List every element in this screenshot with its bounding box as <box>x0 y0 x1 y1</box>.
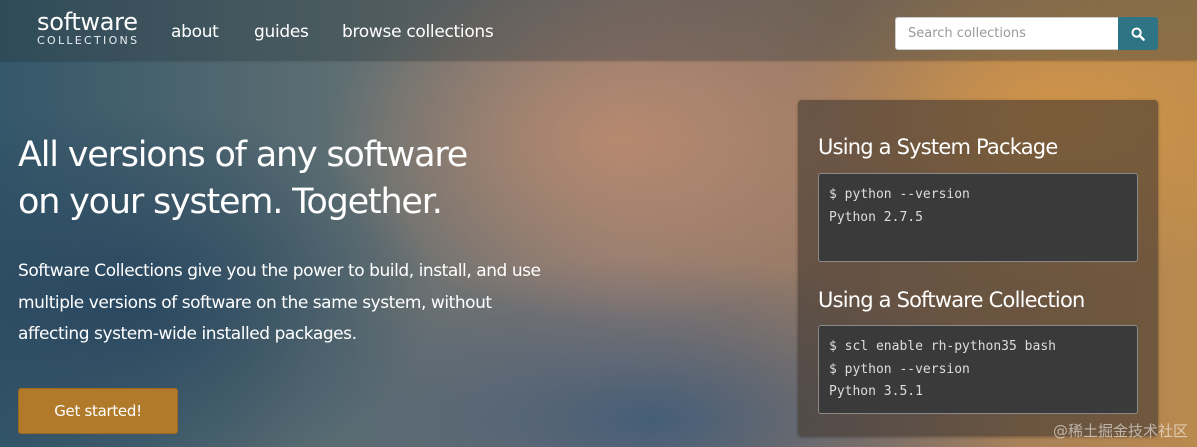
system-package-heading: Using a System Package <box>818 135 1058 159</box>
hero-lead: Software Collections give you the power … <box>18 256 558 351</box>
code-line: Python 2.7.5 <box>829 209 923 225</box>
code-line: $ scl enable rh-python35 bash <box>829 339 1056 354</box>
top-navbar: software COLLECTIONS about guides browse… <box>0 0 1197 60</box>
system-package-code: $ python --version Python 2.7.5 <box>818 173 1138 262</box>
hero-lead-line2: multiple versions of software on the sam… <box>18 292 492 313</box>
hero-lead-line3: affecting system-wide installed packages… <box>18 324 357 344</box>
hero-headline-line2: on your system. Together. <box>18 182 443 222</box>
code-line: $ python --version <box>829 187 970 202</box>
software-collection-heading: Using a Software Collection <box>818 288 1085 312</box>
examples-panel: Using a System Package $ python --versio… <box>798 100 1158 436</box>
search-form <box>895 17 1158 50</box>
nav-about[interactable]: about <box>171 22 219 42</box>
nav-browse-collections[interactable]: browse collections <box>342 22 494 42</box>
brand-subtitle: COLLECTIONS <box>37 34 140 47</box>
search-icon <box>1131 27 1145 41</box>
nav-guides[interactable]: guides <box>254 22 309 42</box>
code-line: $ python --version <box>829 361 970 377</box>
code-line: Python 3.5.1 <box>829 384 923 399</box>
brand-name: software <box>37 8 138 36</box>
brand-logo[interactable]: software COLLECTIONS <box>37 10 139 46</box>
search-input[interactable] <box>895 17 1118 50</box>
search-button[interactable] <box>1118 17 1158 50</box>
hero-lead-line1: Software Collections give you the power … <box>18 261 541 281</box>
hero-headline: All versions of any software on your sys… <box>18 132 578 226</box>
software-collection-code: $ scl enable rh-python35 bash $ python -… <box>818 325 1138 414</box>
get-started-button[interactable]: Get started! <box>18 388 178 434</box>
watermark: @稀土掘金技术社区 <box>1052 422 1188 440</box>
hero-headline-line1: All versions of any software <box>18 135 468 175</box>
